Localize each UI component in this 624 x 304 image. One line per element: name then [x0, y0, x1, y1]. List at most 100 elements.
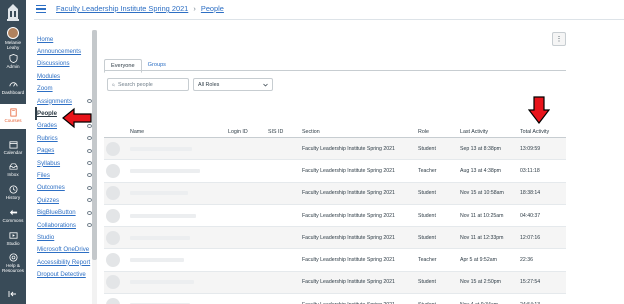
course-nav-item-dropout-detective[interactable]: Dropout Detective	[37, 268, 92, 280]
cell-section: Faculty Leadership Institute Spring 2021	[302, 167, 395, 174]
course-nav-label: Grades	[37, 122, 57, 130]
cell-total-activity: 04:40:37	[520, 212, 541, 219]
global-nav-dashboard[interactable]: Dashboard	[0, 80, 26, 95]
user-name-redacted[interactable]	[130, 191, 188, 196]
course-nav-label: Modules	[37, 72, 61, 80]
course-nav-item-files[interactable]: Files	[37, 169, 92, 181]
breadcrumb-separator: ›	[193, 4, 196, 13]
role-filter-select[interactable]: All Roles	[193, 78, 273, 91]
column-header-name[interactable]: Name	[130, 129, 228, 135]
column-header-sis-id[interactable]: SIS ID	[268, 129, 302, 135]
column-header-section[interactable]: Section	[302, 129, 418, 135]
global-nav-account[interactable]: Melanie Leahy	[0, 27, 26, 50]
course-nav-item-bigbluebutton[interactable]: BigBlueButton	[37, 206, 92, 218]
course-nav-label: People	[37, 110, 57, 118]
course-nav-label: BigBlueButton	[37, 209, 76, 217]
table-row: Faculty Leadership Institute Spring 2021…	[104, 227, 566, 250]
column-header-login-id[interactable]: Login ID	[228, 129, 268, 135]
global-nav-help[interactable]: Help & Resources	[0, 253, 26, 273]
course-nav-label: Discussions	[37, 60, 70, 68]
course-nav-item-studio[interactable]: Studio	[37, 231, 92, 243]
cell-total-activity: 15:27:54	[520, 279, 541, 286]
account-label: Melanie Leahy	[4, 40, 22, 50]
cell-last-activity: Nov 11 at 12:33pm	[460, 234, 504, 241]
cell-role: Student	[418, 145, 436, 152]
collapse-nav-icon[interactable]	[8, 290, 18, 298]
commons-icon	[9, 209, 17, 216]
user-avatar[interactable]	[106, 230, 120, 245]
cell-role: Student	[418, 190, 436, 197]
course-nav-item-announcements[interactable]: Announcements	[37, 45, 92, 57]
column-header-total-activity[interactable]: Total Activity	[520, 129, 566, 135]
cell-section: Faculty Leadership Institute Spring 2021	[302, 234, 395, 241]
cell-role: Student	[418, 279, 436, 286]
user-avatar[interactable]	[106, 253, 120, 268]
user-avatar[interactable]	[106, 275, 120, 290]
cell-last-activity: Aug 13 at 4:38pm	[460, 167, 501, 174]
course-nav-item-zoom[interactable]: Zoom	[37, 83, 92, 95]
user-avatar[interactable]	[106, 297, 120, 304]
course-nav-scroll-thumb[interactable]	[92, 30, 97, 260]
user-name-redacted[interactable]	[130, 168, 200, 173]
user-name-redacted[interactable]	[130, 146, 192, 151]
user-name-redacted[interactable]	[130, 258, 184, 263]
user-avatar[interactable]	[106, 163, 120, 178]
column-header-role[interactable]: Role	[418, 129, 460, 135]
user-avatar[interactable]	[106, 141, 120, 156]
user-name-redacted[interactable]	[130, 235, 190, 240]
course-nav-item-modules[interactable]: Modules	[37, 70, 92, 82]
course-nav-item-pages[interactable]: Pages	[37, 145, 92, 157]
global-nav-label: Calendar	[3, 150, 23, 155]
course-nav-item-discussions[interactable]: Discussions	[37, 58, 92, 70]
global-nav-inbox[interactable]: Inbox	[0, 162, 26, 177]
search-icon	[112, 83, 115, 86]
course-nav-item-quizzes[interactable]: Quizzes	[37, 194, 92, 206]
search-input[interactable]	[118, 81, 188, 88]
cell-role: Teacher	[418, 257, 437, 264]
global-nav-commons[interactable]: Commons	[0, 208, 26, 223]
global-nav-studio[interactable]: Studio	[0, 231, 26, 246]
user-avatar[interactable]	[106, 186, 120, 201]
user-name-redacted[interactable]	[130, 213, 196, 218]
search-people-field[interactable]	[107, 78, 189, 91]
header-divider	[34, 19, 624, 20]
course-nav-label: Syllabus	[37, 159, 61, 167]
user-name-redacted[interactable]	[130, 280, 194, 285]
global-nav-label: Courses	[4, 118, 22, 123]
course-nav-label: Rubrics	[37, 134, 58, 142]
course-nav-item-accessibility-report[interactable]: Accessibility Report	[37, 256, 92, 268]
global-nav-history[interactable]: History	[0, 185, 26, 200]
chevron-down-icon	[263, 83, 268, 86]
global-nav-label: Inbox	[7, 172, 19, 177]
breadcrumb-course-link[interactable]: Faculty Leadership Institute Spring 2021	[56, 4, 188, 13]
table-row: Faculty Leadership Institute Spring 2021…	[104, 271, 566, 295]
page-settings-button[interactable]: ⋮	[552, 32, 566, 46]
course-nav-label: Quizzes	[37, 196, 60, 204]
course-menu-toggle[interactable]	[36, 5, 46, 13]
account-avatar	[7, 27, 19, 39]
institution-logo[interactable]	[5, 3, 21, 23]
global-nav-calendar[interactable]: Calendar	[0, 140, 26, 155]
cell-total-activity: 18:38:14	[520, 190, 541, 197]
user-avatar[interactable]	[106, 208, 120, 223]
global-nav-label: Commons	[2, 218, 24, 223]
course-nav-item-outcomes[interactable]: Outcomes	[37, 182, 92, 194]
cell-total-activity: 13:09:59	[520, 145, 541, 152]
global-nav-courses[interactable]: Courses	[0, 104, 26, 129]
course-nav-item-home[interactable]: Home	[37, 33, 92, 45]
table-row: Faculty Leadership Institute Spring 2021…	[104, 205, 566, 228]
course-nav-item-rubrics[interactable]: Rubrics	[37, 132, 92, 144]
course-nav-item-microsoft-onedrive[interactable]: Microsoft OneDrive	[37, 244, 92, 256]
breadcrumb-current-page[interactable]: People	[201, 4, 224, 13]
cell-total-activity: 03:11:18	[520, 167, 540, 174]
column-header-last-activity[interactable]: Last Activity	[460, 129, 520, 135]
course-nav-item-syllabus[interactable]: Syllabus	[37, 157, 92, 169]
course-nav-item-assignments[interactable]: Assignments	[37, 95, 92, 107]
cell-role: Student	[418, 212, 436, 219]
shield-icon	[8, 54, 18, 63]
course-nav-item-collaborations[interactable]: Collaborations	[37, 219, 92, 231]
table-body: Faculty Leadership Institute Spring 2021…	[104, 138, 566, 304]
course-nav-label: Dropout Detective	[37, 271, 86, 279]
global-nav: Melanie Leahy Admin Dashboard Courses Ca…	[0, 0, 26, 304]
global-nav-admin[interactable]: Admin	[0, 54, 26, 69]
